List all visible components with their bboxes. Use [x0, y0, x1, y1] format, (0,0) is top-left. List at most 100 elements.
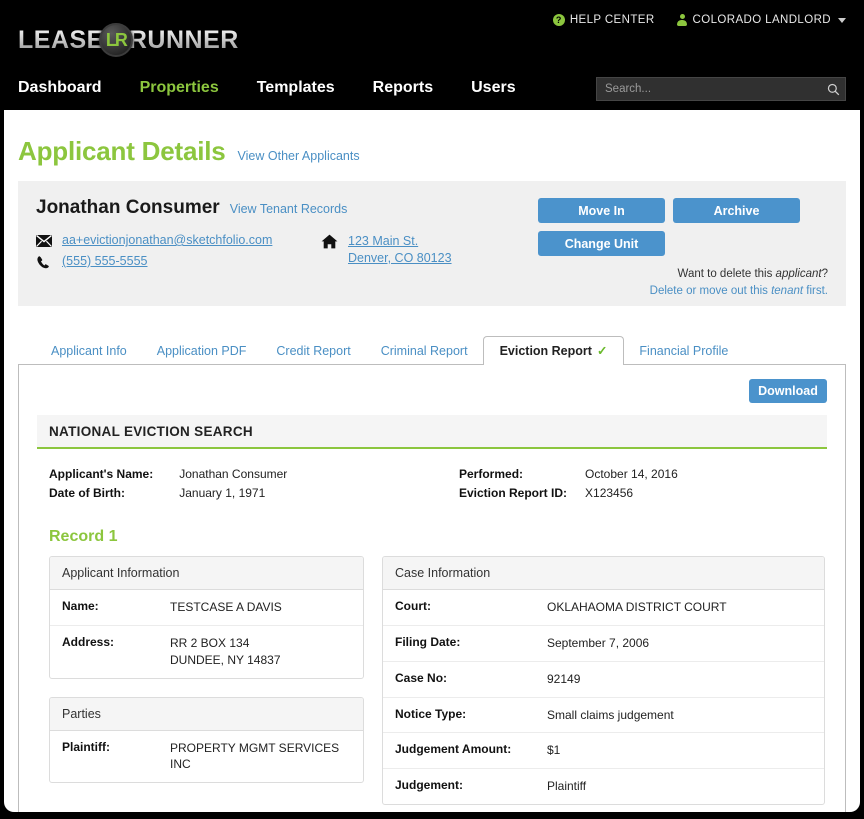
row-key: Notice Type:	[395, 706, 467, 721]
applicant-summary-panel: Jonathan Consumer View Tenant Records aa…	[18, 181, 846, 306]
tab-credit-report[interactable]: Credit Report	[261, 337, 365, 365]
help-center-link[interactable]: ? HELP CENTER	[552, 14, 655, 26]
applicant-address[interactable]: 123 Main St. Denver, CO 80123	[348, 233, 452, 267]
applicant-name-label: Applicant's Name:	[49, 467, 154, 481]
nav-item-reports[interactable]: Reports	[373, 79, 433, 97]
dob-label: Date of Birth:	[49, 485, 125, 500]
tab-applicant-info[interactable]: Applicant Info	[36, 337, 142, 365]
view-tenant-records-link[interactable]: View Tenant Records	[230, 202, 348, 216]
account-label: COLORADO LANDLORD	[692, 14, 831, 26]
header-utility-links: ? HELP CENTER COLORADO LANDLORD	[552, 14, 846, 26]
move-in-button[interactable]: Move In	[538, 198, 665, 223]
row-value: 92149	[547, 671, 581, 686]
tab-eviction-report[interactable]: Eviction Report ✓	[482, 336, 625, 365]
address-line-1[interactable]: 123 Main St.	[348, 234, 418, 248]
envelope-icon	[36, 234, 52, 247]
tab-criminal-report[interactable]: Criminal Report	[366, 337, 483, 365]
case-information-card: Case Information Court: OKLAHAOMA DISTRI…	[382, 556, 825, 805]
nav-item-properties[interactable]: Properties	[140, 79, 219, 97]
help-center-label: HELP CENTER	[569, 14, 655, 26]
download-row: Download	[37, 379, 827, 403]
table-row: Judgement: Plaintiff	[383, 769, 824, 804]
applicant-email[interactable]: aa+evictionjonathan@sketchfolio.com	[62, 233, 272, 247]
nav-item-users[interactable]: Users	[471, 79, 515, 97]
logo-text-runner: RUNNER	[128, 25, 239, 54]
view-other-applicants-link[interactable]: View Other Applicants	[238, 149, 360, 163]
search-box	[596, 77, 846, 101]
row-value: TESTCASE A DAVIS	[170, 600, 282, 615]
applicant-name-value: Jonathan Consumer	[179, 467, 288, 481]
download-button[interactable]: Download	[749, 379, 827, 403]
delete-link-text-a: Delete or move out this	[649, 284, 772, 297]
row-key: Judgement Amount:	[395, 742, 512, 757]
search-input[interactable]	[597, 83, 821, 95]
check-icon: ✓	[596, 344, 608, 358]
actions-row-1: Move In Archive	[538, 198, 828, 223]
case-information-heading: Case Information	[383, 557, 824, 591]
row-key: Plaintiff:	[62, 739, 110, 754]
tab-financial-profile[interactable]: Financial Profile	[624, 337, 743, 365]
delete-note-line-1: Want to delete this applicant?	[538, 266, 828, 283]
archive-button[interactable]: Archive	[673, 198, 800, 223]
parties-card: Parties Plaintiff: PROPERTY MGMT SERVICE…	[49, 696, 364, 784]
row-value: PROPERTY MGMT SERVICES INC	[170, 740, 340, 772]
tab-eviction-report-label: Eviction Report	[499, 344, 592, 358]
report-meta-right-values: October 14, 2016 X123456	[585, 465, 678, 502]
row-value: September 7, 2006	[547, 635, 650, 650]
report-meta-right: Performed: Eviction Report ID: October 1…	[459, 465, 678, 502]
phone-icon	[36, 255, 52, 269]
row-value: RR 2 BOX 134 DUNDEE, NY 14837	[170, 635, 281, 667]
page-title: Applicant Details	[18, 136, 226, 166]
account-menu[interactable]: COLORADO LANDLORD	[677, 14, 846, 26]
applicant-information-card: Applicant Information Name: TESTCASE A D…	[49, 556, 364, 679]
top-header: LEASE LR RUNNER ? HELP CENTER COLORADO L…	[4, 0, 860, 110]
report-meta-left-labels: Applicant's Name: Date of Birth:	[49, 465, 153, 502]
row-value: $1	[547, 743, 561, 758]
record-columns: Applicant Information Name: TESTCASE A D…	[37, 556, 827, 812]
report-id-value: X123456	[585, 485, 634, 500]
delete-or-move-out-link[interactable]: Delete or move out this tenant first.	[538, 283, 828, 300]
actions-row-2: Change Unit	[538, 231, 828, 256]
row-key: Court:	[395, 599, 431, 614]
app-window: LEASE LR RUNNER ? HELP CENTER COLORADO L…	[4, 0, 860, 812]
table-row: Name: TESTCASE A DAVIS	[50, 590, 363, 626]
contact-column-left: aa+evictionjonathan@sketchfolio.com (555…	[36, 233, 321, 276]
row-key: Name:	[62, 599, 99, 614]
performed-label: Performed:	[459, 467, 524, 481]
applicant-phone[interactable]: (555) 555-5555	[62, 254, 147, 268]
search-icon[interactable]	[821, 78, 845, 100]
address-line-2[interactable]: Denver, CO 80123	[348, 251, 452, 265]
change-unit-button[interactable]: Change Unit	[538, 231, 665, 256]
logo-text-lease: LEASE	[18, 25, 104, 54]
row-value: Plaintiff	[547, 779, 587, 794]
page-title-row: Applicant Details View Other Applicants	[4, 110, 860, 181]
table-row: Judgement Amount: $1	[383, 733, 824, 770]
dob-value: January 1, 1971	[179, 485, 266, 500]
leaserunner-logo[interactable]: LEASE LR RUNNER	[18, 20, 239, 60]
delete-note-text-a: Want to delete this	[677, 268, 776, 280]
table-row: Address: RR 2 BOX 134 DUNDEE, NY 14837	[50, 626, 363, 678]
delete-note-text-c: ?	[821, 268, 828, 280]
nav-item-dashboard[interactable]: Dashboard	[18, 79, 102, 97]
applicant-actions: Move In Archive Change Unit Want to dele…	[538, 198, 828, 299]
phone-row: (555) 555-5555	[36, 254, 321, 269]
help-icon: ?	[552, 14, 565, 26]
section-title-national-eviction-search: NATIONAL EVICTION SEARCH	[37, 415, 827, 449]
report-id-label: Eviction Report ID:	[459, 485, 568, 500]
table-row: Filing Date: September 7, 2006	[383, 626, 824, 662]
row-key: Address:	[62, 634, 115, 649]
home-icon	[321, 234, 338, 249]
tab-application-pdf[interactable]: Application PDF	[142, 337, 262, 365]
record-column-right: Case Information Court: OKLAHAOMA DISTRI…	[382, 556, 825, 812]
nav-item-templates[interactable]: Templates	[257, 79, 335, 97]
record-column-left: Applicant Information Name: TESTCASE A D…	[49, 556, 364, 812]
email-row: aa+evictionjonathan@sketchfolio.com	[36, 233, 321, 247]
delete-link-text-c: first.	[803, 284, 828, 297]
logo-badge-text: LR	[105, 30, 128, 50]
applicant-information-heading: Applicant Information	[50, 557, 363, 591]
logo-badge-icon: LR	[98, 23, 133, 57]
report-meta-left-values: Jonathan Consumer January 1, 1971	[179, 465, 287, 502]
row-value: Small claims judgement	[547, 707, 674, 722]
delete-link-em-tenant: tenant	[771, 284, 804, 297]
table-row: Plaintiff: PROPERTY MGMT SERVICES INC	[50, 731, 363, 783]
